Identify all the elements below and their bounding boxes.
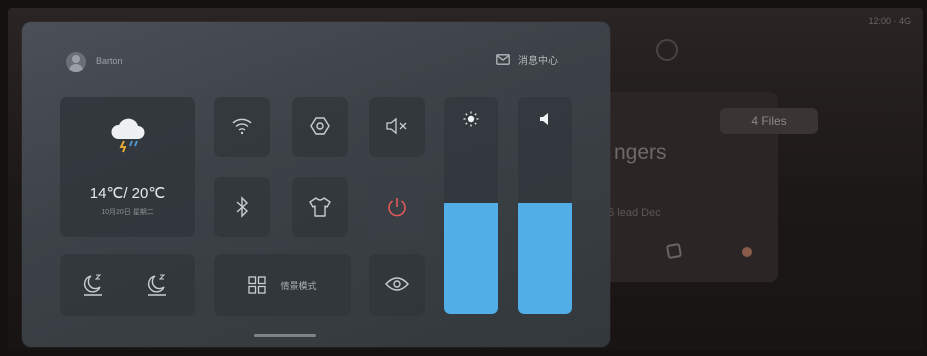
- moon-sleep-icon[interactable]: [146, 273, 168, 297]
- background-subtitle: 15 lead Dec: [602, 207, 661, 219]
- volume-slider[interactable]: [518, 97, 572, 314]
- date-text: 10月20日 星期二: [101, 209, 154, 216]
- weather-card[interactable]: 14℃/ 20℃ 10月20日 星期二: [60, 97, 195, 237]
- user-name[interactable]: Barton: [96, 56, 123, 66]
- brightness-slider-fill: [444, 203, 498, 314]
- settings-toggle[interactable]: [292, 97, 348, 157]
- brightness-slider[interactable]: [444, 97, 498, 314]
- wifi-icon: [232, 118, 252, 135]
- mail-icon: [496, 54, 510, 65]
- sun-icon: [463, 111, 479, 127]
- status-bar-time: 12:00 · 4G: [868, 16, 911, 26]
- power-toggle[interactable]: [369, 177, 425, 237]
- power-icon: [388, 198, 406, 217]
- sleep-modes-card: [60, 254, 195, 316]
- background-title: ngers: [614, 141, 667, 164]
- volume-slider-fill: [518, 203, 572, 314]
- speaker-icon: [540, 113, 548, 125]
- grid-icon: [248, 276, 267, 294]
- control-center-panel: Barton 消息中心 14℃/ 20℃ 10月20日 星期二 情景模式: [22, 22, 610, 347]
- wardrobe-toggle[interactable]: [292, 177, 348, 237]
- scene-mode-button[interactable]: 情景模式: [214, 254, 351, 316]
- thunderstorm-cloud-icon: [111, 118, 145, 153]
- bluetooth-icon: [236, 196, 249, 218]
- mute-toggle[interactable]: [369, 97, 425, 157]
- speaker-mute-icon: [386, 117, 407, 135]
- eye-icon: [385, 277, 409, 291]
- message-center-label: 消息中心: [518, 56, 558, 67]
- home-indicator[interactable]: [254, 334, 316, 337]
- background-square-icon: [665, 242, 683, 260]
- background-profile-icon: [656, 39, 678, 61]
- background-dot-icon: [742, 247, 752, 257]
- hexagon-settings-icon: [310, 117, 330, 135]
- moon-sleep-icon[interactable]: [82, 273, 104, 297]
- bluetooth-toggle[interactable]: [214, 177, 270, 237]
- eye-care-toggle[interactable]: [369, 254, 425, 316]
- avatar[interactable]: [66, 52, 86, 72]
- message-center-button[interactable]: 消息中心: [496, 52, 558, 67]
- shirt-icon: [309, 197, 331, 217]
- wifi-toggle[interactable]: [214, 97, 270, 157]
- temperature-text: 14℃/ 20℃: [89, 185, 166, 202]
- background-badge: 4 Files: [720, 108, 818, 134]
- scene-mode-label: 情景模式: [280, 280, 317, 291]
